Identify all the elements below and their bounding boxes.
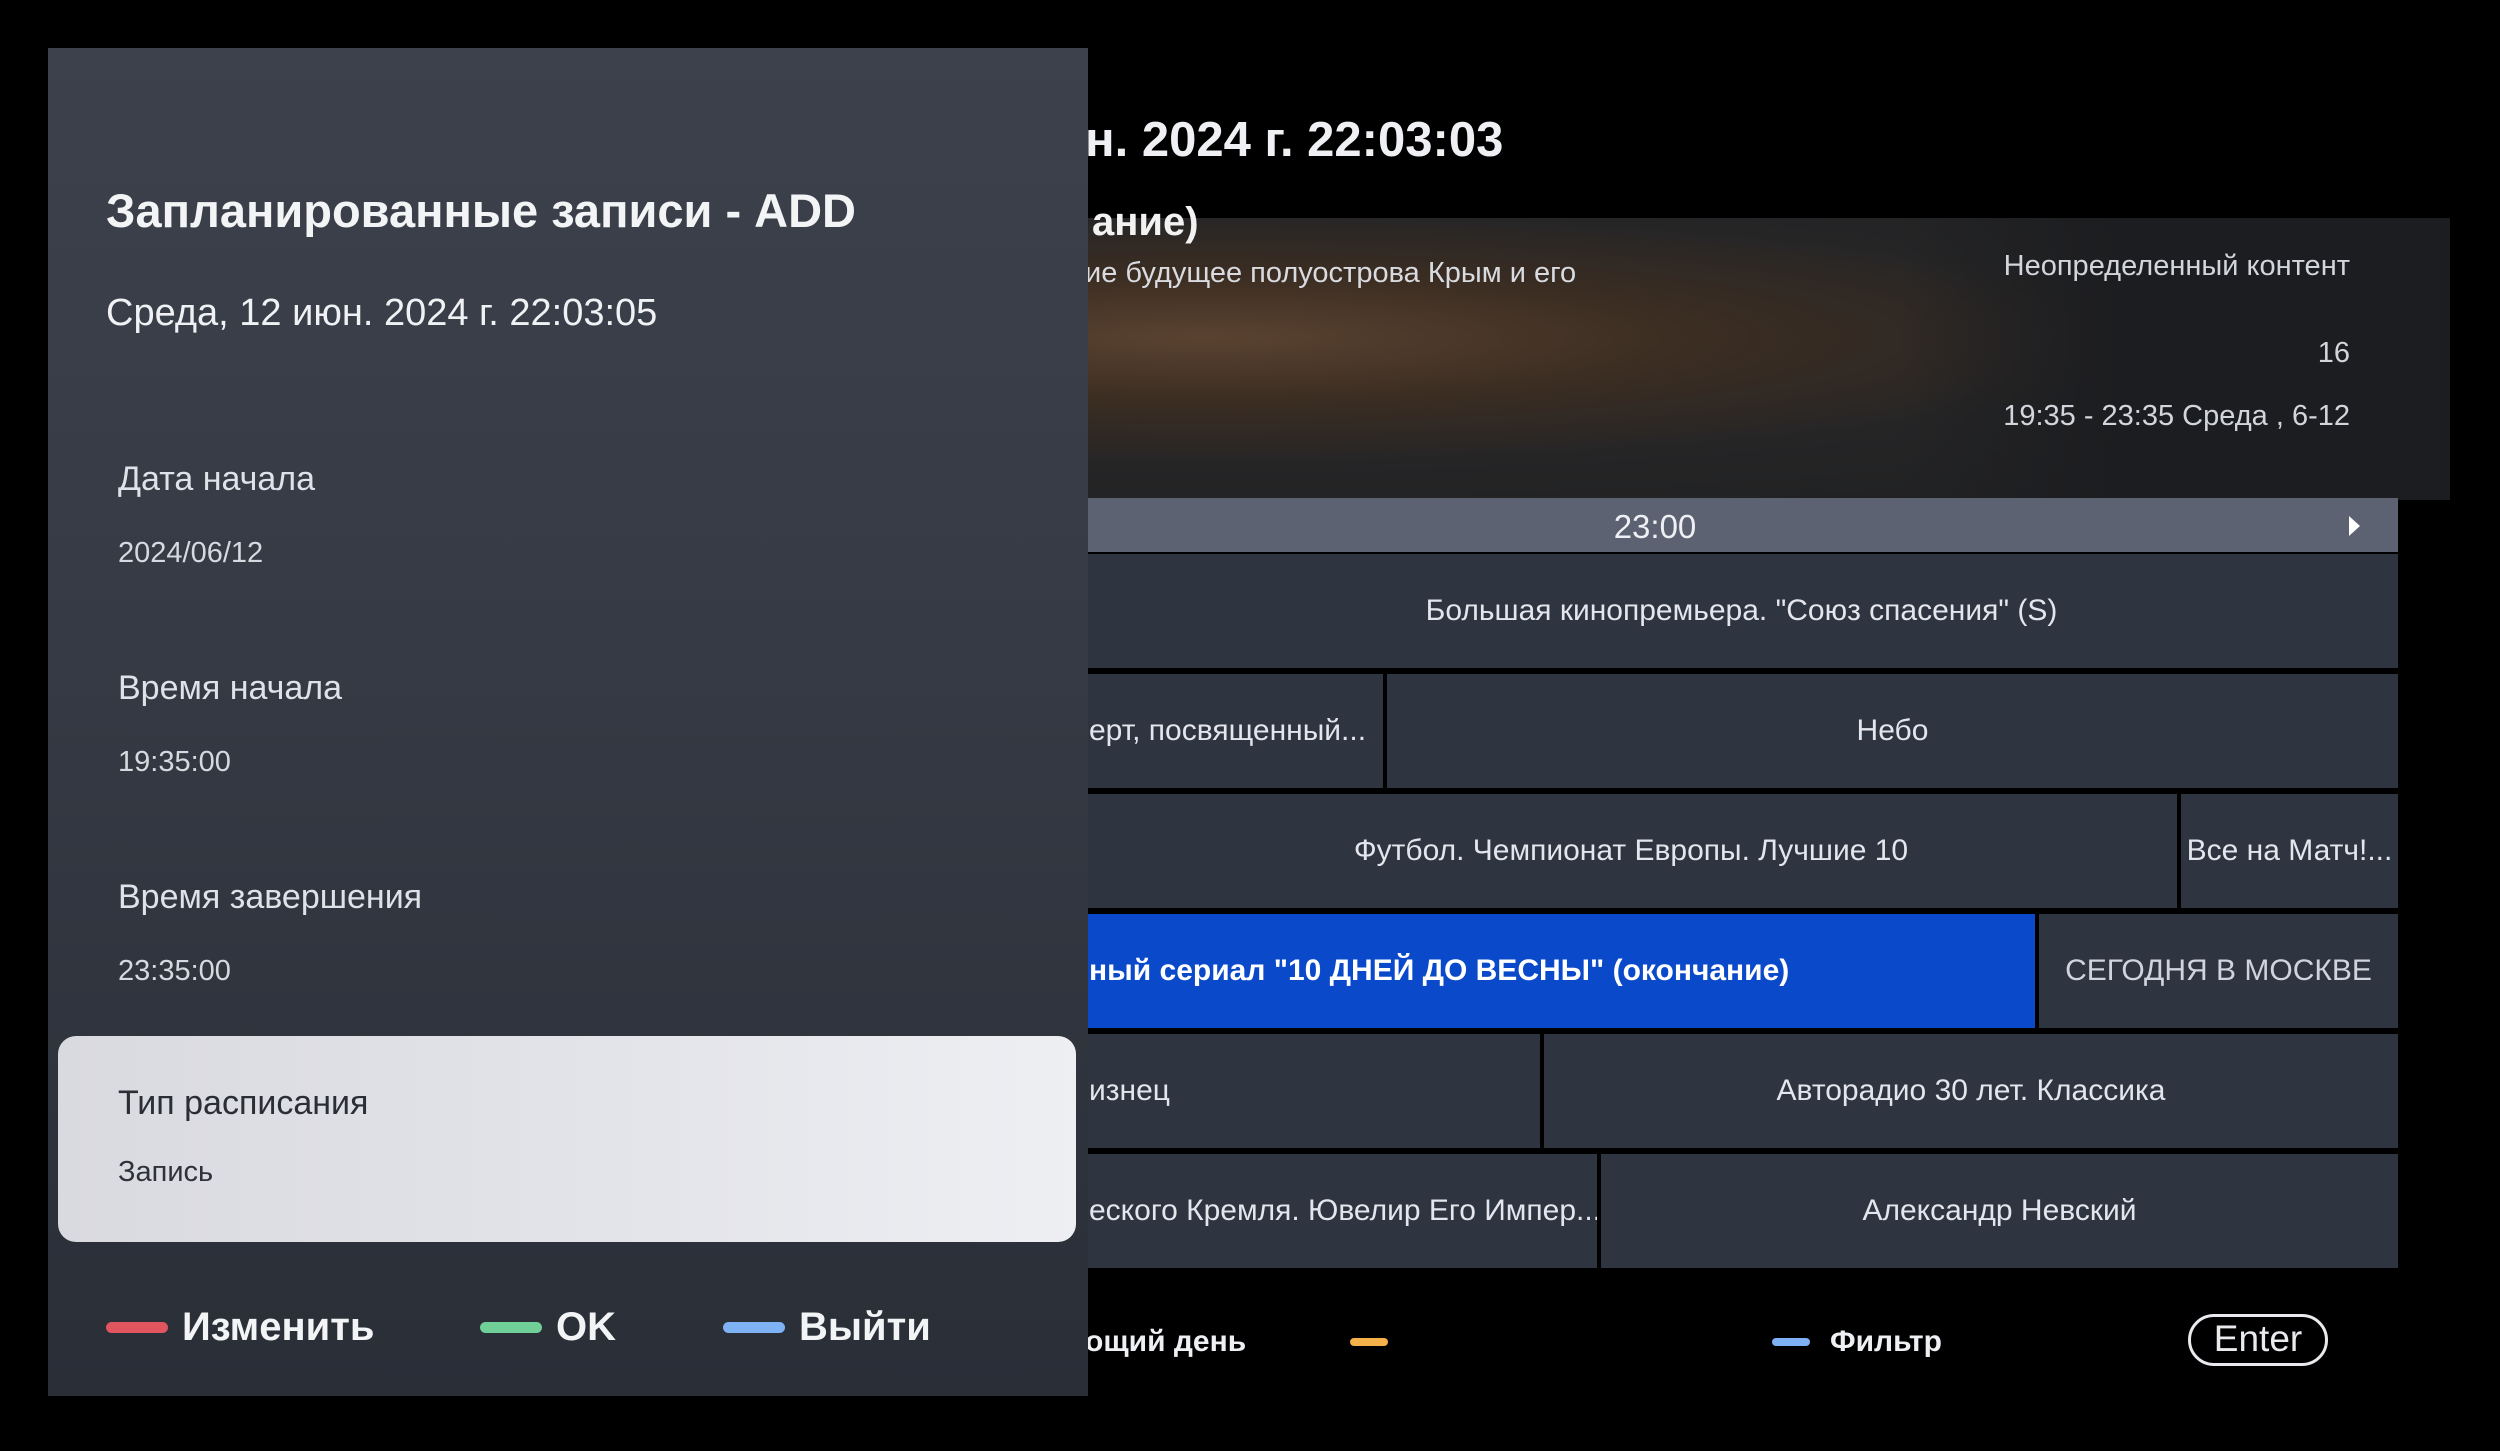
legend-next-day-label: ощий день: [1085, 1325, 1247, 1358]
edit-label: Изменить: [182, 1304, 375, 1349]
program-cell[interactable]: изнец: [1085, 1034, 1540, 1148]
start-time-value: 19:35:00: [118, 746, 231, 778]
legend-filter[interactable]: Фильтр: [1772, 1322, 1942, 1362]
channel-row: еского Кремля. Ювелир Его Импер... Алекс…: [1085, 1154, 2398, 1268]
start-date-value: 2024/06/12: [118, 537, 264, 569]
end-time-label: Время завершения: [118, 878, 423, 916]
ok-label: OK: [556, 1304, 616, 1349]
exit-label: Выйти: [799, 1304, 931, 1349]
channel-row: ный сериал "10 ДНЕЙ ДО ВЕСНЫ" (окончание…: [1085, 914, 2398, 1028]
start-date-label: Дата начала: [118, 460, 316, 498]
program-cell-selected[interactable]: ный сериал "10 ДНЕЙ ДО ВЕСНЫ" (окончание…: [1085, 914, 2035, 1028]
green-key-icon: [480, 1321, 542, 1333]
legend-next-day[interactable]: ощий день: [1085, 1322, 1246, 1362]
panel-datetime: Среда, 12 июн. 2024 г. 22:03:05: [106, 292, 658, 334]
program-cell[interactable]: Большая кинопремьера. "Союз спасения" (S…: [1085, 554, 2398, 668]
red-key-icon: [106, 1321, 168, 1333]
program-cell[interactable]: Авторадио 30 лет. Классика: [1544, 1034, 2398, 1148]
timeline-bar: 23:00: [1085, 498, 2398, 552]
program-grid: Большая кинопремьера. "Союз спасения" (S…: [1085, 554, 2398, 1274]
end-time-value: 23:35:00: [118, 955, 231, 987]
start-date-field[interactable]: Дата начала 2024/06/12: [118, 460, 315, 570]
program-cell[interactable]: еского Кремля. Ювелир Его Импер...: [1085, 1154, 1597, 1268]
program-description: ие будущее полуострова Крым и его: [1085, 257, 1577, 289]
program-cell[interactable]: Небо: [1387, 674, 2398, 788]
panel-title: Запланированные записи - ADD: [106, 184, 856, 237]
program-age-rating: 16: [2317, 337, 2350, 369]
channel-row: ерт, посвященный... Небо: [1085, 674, 2398, 788]
channel-row: Футбол. Чемпионат Европы. Лучшие 10 Все …: [1085, 794, 2398, 908]
edit-button[interactable]: Изменить: [106, 1302, 374, 1352]
program-cell[interactable]: Александр Невский: [1601, 1154, 2398, 1268]
chevron-right-icon[interactable]: [2349, 516, 2360, 536]
start-time-label: Время начала: [118, 669, 343, 707]
program-cell[interactable]: ерт, посвященный...: [1085, 674, 1383, 788]
program-title: ание): [1092, 200, 1199, 244]
scheduled-recording-panel: Запланированные записи - ADD Среда, 12 и…: [48, 48, 1088, 1396]
program-genre: Неопределенный контент: [2003, 250, 2350, 282]
epg-clock: н. 2024 г. 22:03:03: [1085, 113, 1504, 167]
program-cell[interactable]: Футбол. Чемпионат Европы. Лучшие 10: [1085, 794, 2177, 908]
schedule-type-value: Запись: [118, 1156, 214, 1188]
program-cell[interactable]: Все на Матч!...: [2181, 794, 2398, 908]
yellow-key-icon: [1350, 1338, 1388, 1346]
schedule-type-label: Тип расписания: [118, 1084, 369, 1122]
channel-row: изнец Авторадио 30 лет. Классика: [1085, 1034, 2398, 1148]
start-time-field[interactable]: Время начала 19:35:00: [118, 669, 342, 779]
program-cell[interactable]: СЕГОДНЯ В МОСКВЕ: [2039, 914, 2398, 1028]
blue-key-icon: [1772, 1338, 1810, 1346]
end-time-field[interactable]: Время завершения 23:35:00: [118, 878, 422, 988]
schedule-type-field[interactable]: Тип расписания Запись: [58, 1036, 1076, 1242]
timeline-label: 23:00: [1613, 508, 1697, 545]
ok-button[interactable]: OK: [480, 1302, 616, 1352]
legend-yellow[interactable]: [1350, 1322, 1408, 1362]
enter-button[interactable]: Enter: [2188, 1314, 2328, 1366]
legend-filter-label: Фильтр: [1830, 1325, 1942, 1358]
program-time: 19:35 - 23:35 Среда , 6-12: [2003, 400, 2350, 432]
blue-key-icon: [723, 1321, 785, 1333]
exit-button[interactable]: Выйти: [723, 1302, 931, 1352]
channel-row: Большая кинопремьера. "Союз спасения" (S…: [1085, 554, 2398, 668]
